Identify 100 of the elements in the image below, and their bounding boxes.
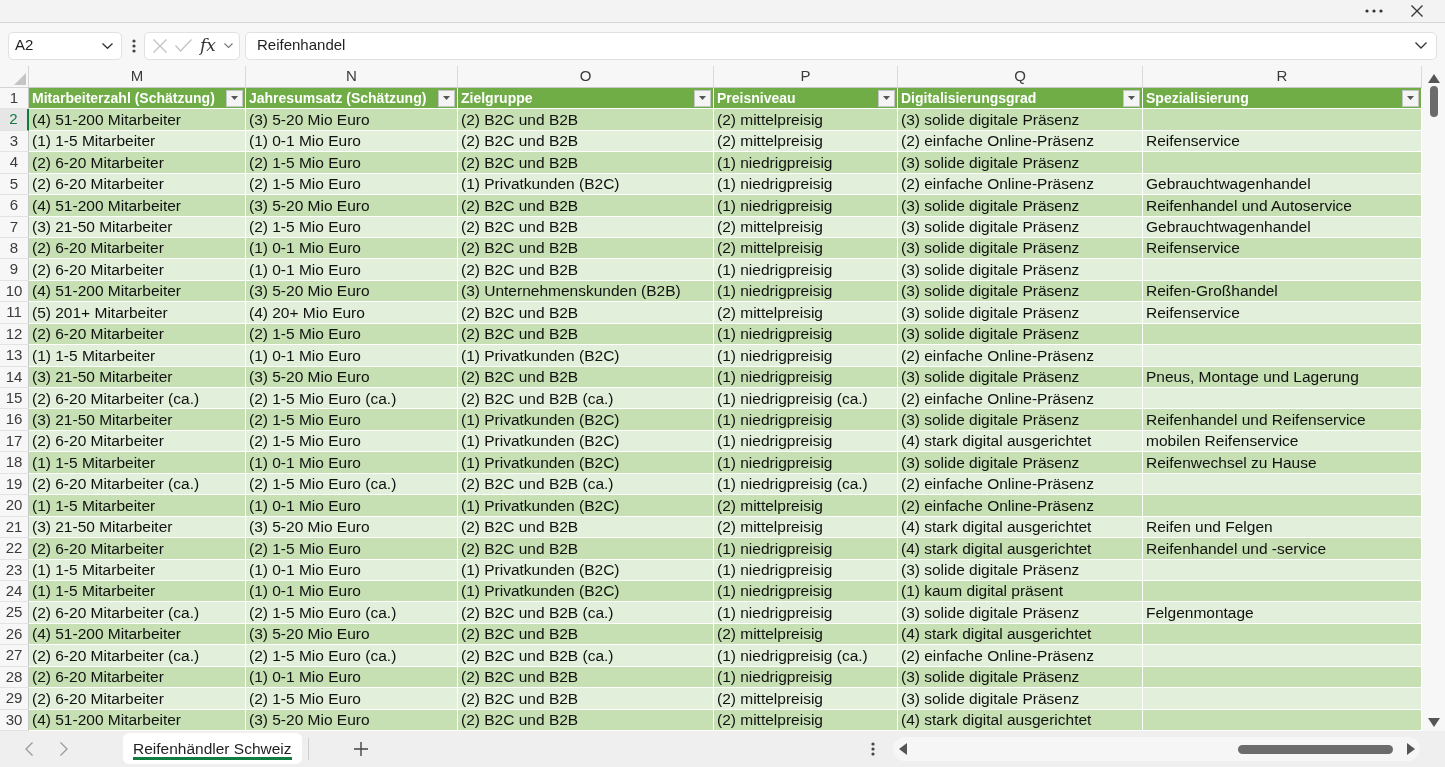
table-cell: (1) 1-5 Mitarbeiter [29,495,246,517]
scrollbar-thumb[interactable] [1238,744,1393,754]
table-cell: (1) Privatkunden (B2C) [458,580,714,603]
insert-function-button[interactable]: fx [200,37,216,54]
row-number: 7 [0,216,29,239]
filter-button[interactable] [1402,89,1419,107]
table-cell: Reifenservice [1143,130,1422,153]
horizontal-scrollbar[interactable] [893,737,1420,761]
table-cell: mobilen Reifenservice [1143,430,1422,453]
column-title: Preisniveau [717,88,796,108]
table-cell: (3) solide digitale Präsenz [898,688,1143,710]
table-cell: (1) 1-5 Mitarbeiter [29,452,246,474]
triangle-up-icon[interactable] [1427,74,1440,83]
column-letter: O [458,66,714,88]
row-number: 10 [0,280,29,303]
table-cell: (2) 6-20 Mitarbeiter (ca.) [29,645,246,667]
table-cell: (2) B2C und B2B [458,366,714,389]
table-cell: (2) B2C und B2B (ca.) [458,473,714,496]
table-cell: (3) 5-20 Mio Euro [246,280,458,303]
formula-field[interactable]: Reifenhandel [245,31,1437,60]
filter-button[interactable] [226,89,243,107]
table-cell: (2) 1-5 Mio Euro (ca.) [246,602,458,624]
table-cell: (1) niedrigpreisig [714,452,898,474]
vertical-dots-icon[interactable] [871,742,875,756]
chevron-down-icon[interactable] [224,43,233,48]
table-cell: (2) 1-5 Mio Euro [246,173,458,196]
table-cell: (2) mittelpreisig [714,516,898,539]
triangle-down-icon[interactable] [1427,718,1440,727]
column-title: Spezialisierung [1146,88,1249,108]
filter-button[interactable] [694,89,711,107]
table-cell: (4) stark digital ausgerichtet [898,709,1143,731]
vertical-scrollbar[interactable] [1422,66,1445,731]
filter-button[interactable] [878,89,895,107]
table-cell: (2) mittelpreisig [714,623,898,646]
row-number: 16 [0,409,29,431]
table-cell: (3) solide digitale Präsenz [898,259,1143,281]
table-cell: (3) 5-20 Mio Euro [246,516,458,539]
table-cell: (1) 0-1 Mio Euro [246,559,458,581]
table-cell: (2) 1-5 Mio Euro [246,409,458,431]
table-cell: (2) mittelpreisig [714,216,898,239]
row-number: 23 [0,559,29,581]
row-number: 29 [0,688,29,710]
sheet-tab[interactable]: Reifenhändler Schweiz [123,733,302,764]
column-letter: P [714,66,898,88]
table-cell: (3) solide digitale Präsenz [898,409,1143,431]
caret-icon [231,96,238,101]
table-cell: (1) niedrigpreisig [714,666,898,689]
table-cell: (3) 21-50 Mitarbeiter [29,366,246,389]
table-cell: (1) Privatkunden (B2C) [458,559,714,581]
table-cell: (4) stark digital ausgerichtet [898,623,1143,646]
table-cell: (2) B2C und B2B [458,623,714,646]
table-cell: (3) solide digitale Präsenz [898,152,1143,174]
table-cell: (2) B2C und B2B [458,666,714,689]
row-number: 15 [0,388,29,410]
table-cell: (1) 0-1 Mio Euro [246,666,458,689]
caret-icon [1407,96,1414,101]
triangle-right-icon[interactable] [1407,743,1415,755]
table-cell: Reifenservice [1143,302,1422,324]
table-cell: (1) niedrigpreisig [714,602,898,624]
name-box[interactable]: A2 [8,31,122,60]
more-options-icon[interactable] [1365,9,1383,13]
table-cell: (2) B2C und B2B [458,259,714,281]
caret-icon [1128,96,1135,101]
table-cell: Gebrauchtwagenhandel [1143,173,1422,196]
table-cell: Reifenhandel und -service [1143,538,1422,560]
table-cell: (2) 6-20 Mitarbeiter [29,688,246,710]
table-cell: (2) B2C und B2B [458,302,714,324]
triangle-left-icon[interactable] [899,743,907,755]
close-icon[interactable] [1411,5,1423,17]
table-cell: (1) niedrigpreisig [714,430,898,453]
column-letter: Q [898,66,1143,88]
table-cell: (1) niedrigpreisig [714,195,898,217]
table-cell: (2) 6-20 Mitarbeiter [29,666,246,689]
filter-button[interactable] [1123,89,1140,107]
table-cell: (1) niedrigpreisig [714,152,898,174]
plus-icon[interactable] [353,742,368,756]
table-cell: Felgenmontage [1143,602,1422,624]
table-cell: (1) niedrigpreisig (ca.) [714,473,898,496]
table-cell: (1) Privatkunden (B2C) [458,495,714,517]
table-cell: (2) 1-5 Mio Euro [246,430,458,453]
row-number: 21 [0,516,29,539]
table-cell: (1) 0-1 Mio Euro [246,452,458,474]
table-cell: (3) solide digitale Präsenz [898,666,1143,689]
table-cell: (2) 6-20 Mitarbeiter (ca.) [29,473,246,496]
caret-icon [883,96,890,101]
scrollbar-thumb[interactable] [1429,86,1438,117]
check-icon[interactable] [175,39,193,52]
column-letter: M [29,66,246,88]
table-cell: (3) solide digitale Präsenz [898,280,1143,303]
row-number: 28 [0,666,29,689]
row-number: 9 [0,259,29,281]
table-cell: (2) 1-5 Mio Euro [246,538,458,560]
table-cell: (2) einfache Online-Präsenz [898,388,1143,410]
filter-button[interactable] [438,89,455,107]
table-cell: (2) B2C und B2B [458,216,714,239]
table-cell: (2) B2C und B2B [458,516,714,539]
row-number: 2 [0,109,29,131]
table-cell: (1) 0-1 Mio Euro [246,130,458,153]
vertical-dots-icon[interactable] [132,38,136,53]
table-cell: (3) 21-50 Mitarbeiter [29,216,246,239]
